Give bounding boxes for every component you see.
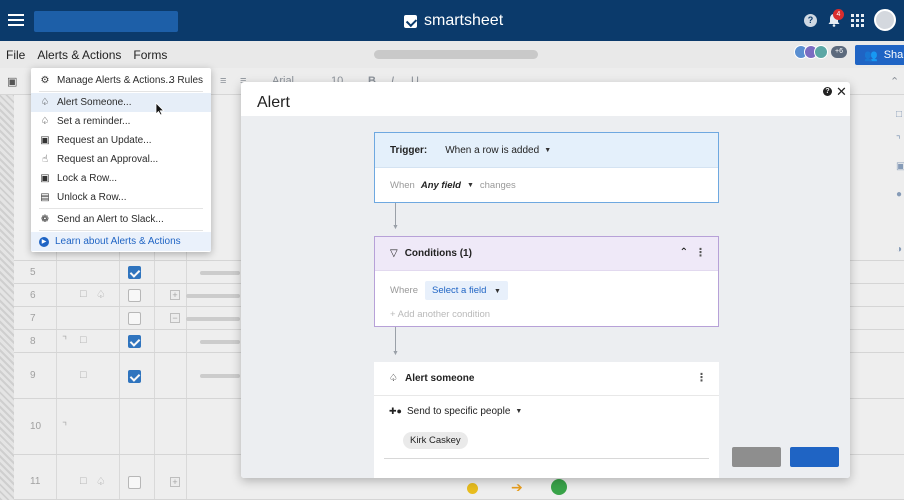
menu-item-alert-someone[interactable]: ♤ Alert Someone... [31,93,211,112]
people-icon: 👥 [864,49,878,62]
caret-down-icon: ▼ [494,288,501,295]
select-field-dropdown[interactable]: Select a field ▼ [424,281,508,300]
flow-arrow-icon: ▼ [392,224,399,231]
recipient-chip[interactable]: Kirk Caskey [403,432,468,449]
more-options-icon[interactable]: ⋮ [695,246,706,259]
slack-icon: ❁ [40,214,50,225]
indent-icon[interactable]: ≡ [220,75,226,87]
trigger-header: Trigger: When a row is added ▼ [375,133,718,168]
bell-icon: ♤ [40,116,50,127]
menu-item-learn-alerts[interactable]: ▶ Learn about Alerts & Actions [31,232,211,251]
mouse-cursor-icon [155,102,165,116]
conditions-header: ▽ Conditions (1) ⌃ ⋮ [375,237,718,271]
menu-item-set-reminder[interactable]: ♤ Set a reminder... [31,112,211,131]
brand-logo[interactable]: smartsheet [404,10,503,32]
action-block[interactable]: ♤ Alert someone ⋮ ✚● Send to specific pe… [374,362,719,478]
update-request-icon: ▣ [40,135,50,146]
menu-item-manage-alerts[interactable]: ⚙ Manage Alerts & Actions... 3 Rules [31,71,211,90]
conditions-title: Conditions (1) [404,248,472,259]
menu-forms[interactable]: Forms [133,48,167,62]
action-title: Alert someone [404,373,475,384]
hamburger-menu-icon[interactable] [8,11,24,29]
brand-name: smartsheet [424,12,504,29]
menu-alerts-actions[interactable]: Alerts & Actions [37,48,121,62]
save-icon[interactable]: ▣ [7,75,17,88]
play-icon: ▶ [39,236,49,247]
smartsheet-logo-icon [404,14,417,28]
rule-count: 3 Rules [169,75,203,86]
lock-icon: ▣ [40,173,50,184]
user-avatar[interactable] [874,9,896,31]
conditions-block[interactable]: ▽ Conditions (1) ⌃ ⋮ Where Select a fiel… [374,236,719,327]
trigger-label: Trigger: [390,144,428,156]
unlock-icon: ▤ [40,192,50,203]
menu-file[interactable]: File [6,48,25,62]
notifications-bell-icon[interactable]: 4 [827,9,844,27]
top-nav-bar: smartsheet ? 4 [0,0,904,41]
help-icon[interactable]: ? [804,13,817,27]
notification-count-badge: 4 [833,9,844,20]
top-right-icons: ? 4 [804,9,896,31]
flow-arrow-icon: ▼ [392,350,399,357]
more-options-icon[interactable]: ⋮ [696,371,707,384]
any-field-select[interactable]: Any field [421,180,461,191]
menu-item-slack-alert[interactable]: ❁ Send an Alert to Slack... [31,210,211,229]
collapse-chevron-icon[interactable]: ⌃ [680,247,688,258]
trigger-select[interactable]: When a row is added [445,145,539,156]
caret-down-icon: ▼ [515,408,523,415]
add-condition-link[interactable]: + Add another condition [390,309,490,320]
action-header: ♤ Alert someone ⋮ [374,362,719,396]
filter-icon: ▽ [390,248,398,259]
caret-down-icon[interactable]: ▼ [544,147,551,154]
collaborator-avatar [814,45,828,59]
menu-item-request-approval[interactable]: ☝ Request an Approval... [31,150,211,169]
app-launcher-icon[interactable] [851,13,864,27]
bell-icon: ♤ [389,373,398,384]
menu-bar: File Alerts & Actions Forms +6 👥 Share [0,41,904,68]
alerts-actions-menu: ⚙ Manage Alerts & Actions... 3 Rules ♤ A… [31,68,211,252]
close-icon[interactable]: ✕ [836,84,847,100]
condition-row: Where Select a field ▼ [390,281,508,300]
modal-header: Alert ? ✕ [241,82,850,116]
bell-icon: ♤ [40,97,50,108]
share-button[interactable]: 👥 Share [855,45,904,65]
alert-modal: Alert ? ✕ Trigger: When a row is added ▼… [241,82,850,478]
sheet-name-placeholder [374,50,538,59]
caret-down-icon[interactable]: ▼ [467,182,474,189]
workflow-canvas: Trigger: When a row is added ▼ When Any … [241,116,850,478]
add-person-icon: ✚● [389,406,402,416]
trigger-block[interactable]: Trigger: When a row is added ▼ When Any … [374,132,719,203]
trigger-condition: When Any field ▼ changes [390,180,516,191]
menu-item-lock-row[interactable]: ▣ Lock a Row... [31,169,211,188]
recipient-type-select[interactable]: ✚● Send to specific people ▼ [389,406,522,417]
thumbs-up-icon: ☝ [41,154,49,165]
modal-title: Alert [257,94,290,111]
cancel-button[interactable] [732,447,781,467]
help-icon[interactable]: ? [823,87,832,96]
divider [384,458,709,459]
save-button[interactable] [790,447,839,467]
search-input[interactable] [34,11,178,32]
menu-item-request-update[interactable]: ▣ Request an Update... [31,131,211,150]
collapse-chevron-icon[interactable]: ⌃ [890,75,899,88]
gear-icon: ⚙ [40,75,50,86]
menu-item-unlock-row[interactable]: ▤ Unlock a Row... [31,188,211,207]
collaborator-more-count: +6 [831,46,847,58]
collaborator-avatars[interactable]: +6 [794,45,847,59]
